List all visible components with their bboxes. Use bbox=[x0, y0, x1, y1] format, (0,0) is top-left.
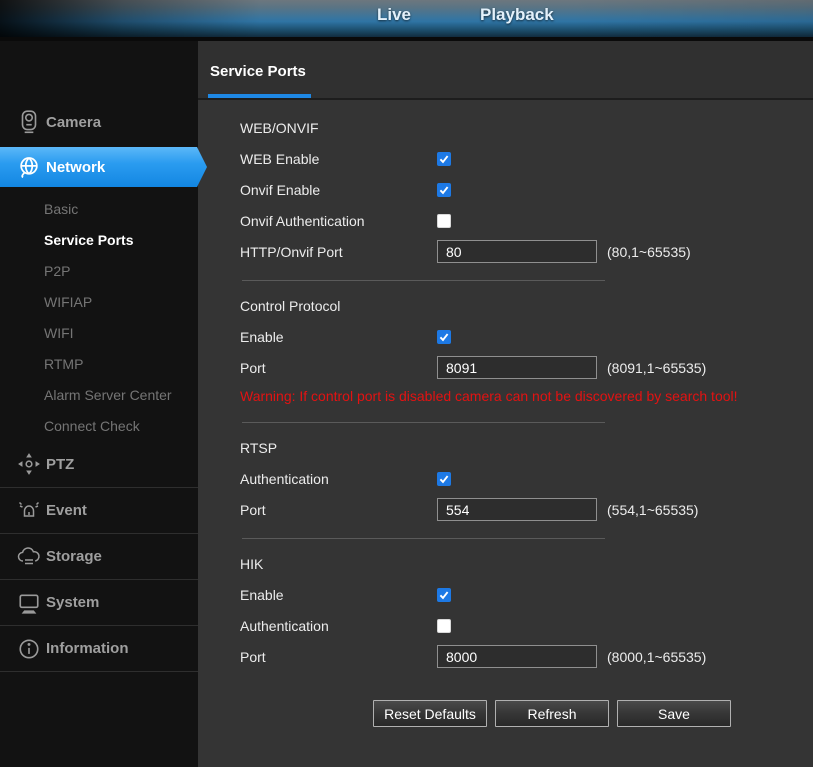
sidebar-subitem-wifiap[interactable]: WIFIAP bbox=[0, 286, 198, 317]
tab-playback[interactable]: Playback bbox=[480, 5, 554, 25]
sidebar-item-label: PTZ bbox=[46, 456, 74, 473]
page-tabstrip: Service Ports bbox=[198, 41, 813, 100]
alarm-siren-icon bbox=[12, 499, 46, 523]
form-row: Enable bbox=[240, 579, 813, 610]
port-input[interactable] bbox=[437, 498, 597, 521]
port-range-hint: (554,1~65535) bbox=[607, 502, 698, 518]
sidebar-subitem-p2p[interactable]: P2P bbox=[0, 255, 198, 286]
sidebar-subitem-connect-check[interactable]: Connect Check bbox=[0, 410, 198, 441]
field-label: Onvif Enable bbox=[240, 182, 437, 198]
main-content: Service Ports WEB/ONVIF WEB Enable Onvif E… bbox=[198, 41, 813, 767]
form-row: Port (8091,1~65535) bbox=[240, 352, 813, 383]
field-label: Port bbox=[240, 649, 437, 665]
app-window: Live Playback CameraNetworkBasicService … bbox=[0, 0, 813, 767]
monitor-icon bbox=[12, 591, 46, 615]
sidebar-subitem-basic[interactable]: Basic bbox=[0, 193, 198, 224]
network-globe-icon bbox=[12, 155, 46, 179]
authentication-checkbox[interactable] bbox=[437, 619, 451, 633]
sidebar-item-label: System bbox=[46, 594, 99, 611]
sidebar-item-network[interactable]: Network bbox=[0, 147, 207, 187]
sidebar-navigation: Camera Network BasicService PortsP2PWIFIAP… bbox=[0, 41, 198, 767]
field-label: Authentication bbox=[240, 471, 437, 487]
field-label: HTTP/Onvif Port bbox=[240, 244, 437, 260]
port-range-hint: (80,1~65535) bbox=[607, 244, 691, 260]
sidebar-item-label: Camera bbox=[46, 114, 101, 131]
http-onvif-port-input[interactable] bbox=[437, 240, 597, 263]
reset-defaults-button[interactable]: Reset Defaults bbox=[373, 700, 487, 727]
form-row: Enable bbox=[240, 321, 813, 352]
cloud-storage-icon bbox=[12, 545, 46, 569]
sidebar-subitem-rtmp[interactable]: RTMP bbox=[0, 348, 198, 379]
field-label: WEB Enable bbox=[240, 151, 437, 167]
tab-service-ports[interactable]: Service Ports bbox=[210, 63, 306, 80]
section-title: RTSP bbox=[240, 440, 277, 456]
section-title: WEB/ONVIF bbox=[240, 120, 319, 136]
field-label: Port bbox=[240, 502, 437, 518]
sidebar-subitem-service-ports[interactable]: Service Ports bbox=[0, 224, 198, 255]
sidebar-item-event[interactable]: Event bbox=[0, 488, 198, 533]
form-row: Port (8000,1~65535) bbox=[240, 641, 813, 672]
port-input[interactable] bbox=[437, 645, 597, 668]
port-range-hint: (8000,1~65535) bbox=[607, 649, 706, 665]
authentication-checkbox[interactable] bbox=[437, 472, 451, 486]
enable-checkbox[interactable] bbox=[437, 588, 451, 602]
sidebar-item-label: Network bbox=[46, 159, 105, 176]
field-label: Port bbox=[240, 360, 437, 376]
form-row: Authentication bbox=[240, 463, 813, 494]
section-title: Control Protocol bbox=[240, 298, 340, 314]
field-label: Enable bbox=[240, 329, 437, 345]
form-row: WEB Enable bbox=[240, 143, 813, 174]
sidebar-item-system[interactable]: System bbox=[0, 580, 198, 625]
active-tab-underline bbox=[208, 94, 311, 98]
sidebar-item-label: Storage bbox=[46, 548, 102, 565]
form-actions: Reset Defaults Refresh Save bbox=[373, 700, 813, 727]
form-row: Onvif Enable bbox=[240, 174, 813, 205]
sidebar-item-camera[interactable]: Camera bbox=[0, 99, 198, 145]
save-button[interactable]: Save bbox=[617, 700, 731, 727]
section-divider bbox=[242, 280, 605, 281]
control-port-warning-text: Warning: If control port is disabled cam… bbox=[240, 383, 813, 409]
sidebar-divider bbox=[0, 671, 198, 672]
port-range-hint: (8091,1~65535) bbox=[607, 360, 706, 376]
form-row: Onvif Authentication bbox=[240, 205, 813, 236]
sidebar-submenu-network: BasicService PortsP2PWIFIAPWIFIRTMPAlarm… bbox=[0, 187, 198, 441]
sidebar-item-storage[interactable]: Storage bbox=[0, 534, 198, 579]
form-row: Port (554,1~65535) bbox=[240, 494, 813, 525]
section-title: HIK bbox=[240, 556, 263, 572]
section-divider bbox=[242, 422, 605, 423]
sidebar-item-ptz[interactable]: PTZ bbox=[0, 441, 198, 487]
sidebar-item-label: Information bbox=[46, 640, 129, 657]
info-circle-icon bbox=[12, 637, 46, 661]
ptz-pad-icon bbox=[12, 452, 46, 476]
service-ports-form: WEB/ONVIF WEB Enable Onvif Enable Onvif Aut… bbox=[198, 100, 813, 727]
sidebar-item-information[interactable]: Information bbox=[0, 626, 198, 671]
field-label: Authentication bbox=[240, 618, 437, 634]
sidebar-subitem-wifi[interactable]: WIFI bbox=[0, 317, 198, 348]
form-row: HTTP/Onvif Port (80,1~65535) bbox=[240, 236, 813, 267]
onvif-authentication-checkbox[interactable] bbox=[437, 214, 451, 228]
form-row: Authentication bbox=[240, 610, 813, 641]
tab-live[interactable]: Live bbox=[377, 5, 411, 25]
sidebar-subitem-alarm-server-center[interactable]: Alarm Server Center bbox=[0, 379, 198, 410]
port-input[interactable] bbox=[437, 356, 597, 379]
sidebar-item-label: Event bbox=[46, 502, 87, 519]
section-divider bbox=[242, 538, 605, 539]
refresh-button[interactable]: Refresh bbox=[495, 700, 609, 727]
field-label: Onvif Authentication bbox=[240, 213, 437, 229]
enable-checkbox[interactable] bbox=[437, 330, 451, 344]
onvif-enable-checkbox[interactable] bbox=[437, 183, 451, 197]
camera-icon bbox=[12, 109, 46, 135]
top-navigation-bar: Live Playback bbox=[0, 0, 813, 37]
field-label: Enable bbox=[240, 587, 437, 603]
web-enable-checkbox[interactable] bbox=[437, 152, 451, 166]
